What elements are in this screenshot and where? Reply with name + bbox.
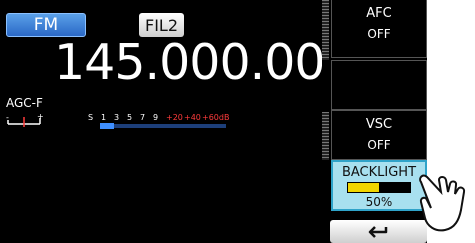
afc-label: AFC	[366, 6, 392, 21]
meter-scale: S 1 3 5 7 9 +20 +40 +60dB	[88, 113, 229, 122]
backlight-value: 50%	[365, 195, 393, 209]
agc-label: AGC-F	[6, 96, 43, 110]
scroll-rail	[322, 112, 329, 160]
meter-tick-s: S	[88, 113, 93, 122]
backlight-level-bar	[347, 182, 411, 193]
svg-text:-: -	[6, 114, 9, 122]
afc-button[interactable]: AFC OFF	[331, 0, 427, 58]
pointing-hand-icon	[419, 174, 466, 232]
display-screen: FM FIL2 145.000.00 AGC-F - + S 1 3 5 7 9…	[0, 0, 322, 243]
mode-label: FM	[33, 15, 59, 35]
meter-tick-7: 7	[140, 113, 145, 122]
backlight-label: BACKLIGHT	[341, 165, 417, 180]
scroll-rail	[322, 0, 329, 60]
backlight-button[interactable]: BACKLIGHT 50%	[331, 160, 427, 211]
vsc-label: VSC	[365, 117, 393, 132]
s-meter: S 1 3 5 7 9 +20 +40 +60dB	[88, 113, 229, 129]
backlight-level-fill	[348, 183, 379, 192]
meter-tick-5: 5	[127, 113, 132, 122]
rit-indicator-icon: - +	[6, 114, 44, 127]
meter-tick-40: +40	[184, 113, 201, 122]
frequency-readout[interactable]: 145.000.00	[54, 38, 322, 87]
empty-slot	[331, 60, 427, 110]
meter-tick-9: 9	[153, 113, 158, 122]
meter-tick-60: +60dB	[202, 113, 229, 122]
vsc-value: OFF	[367, 138, 391, 152]
afc-value: OFF	[367, 27, 391, 41]
back-button[interactable]	[330, 220, 427, 243]
meter-tick-20: +20	[166, 113, 183, 122]
meter-tick-1: 1	[101, 113, 106, 122]
svg-text:+: +	[37, 114, 44, 121]
meter-tick-3: 3	[114, 113, 119, 122]
vsc-button[interactable]: VSC OFF	[331, 110, 427, 160]
side-panel: AFC OFF VSC OFF BACKLIGHT 50%	[322, 0, 427, 243]
filter-label: FIL2	[144, 15, 178, 35]
return-arrow-icon	[368, 225, 387, 238]
